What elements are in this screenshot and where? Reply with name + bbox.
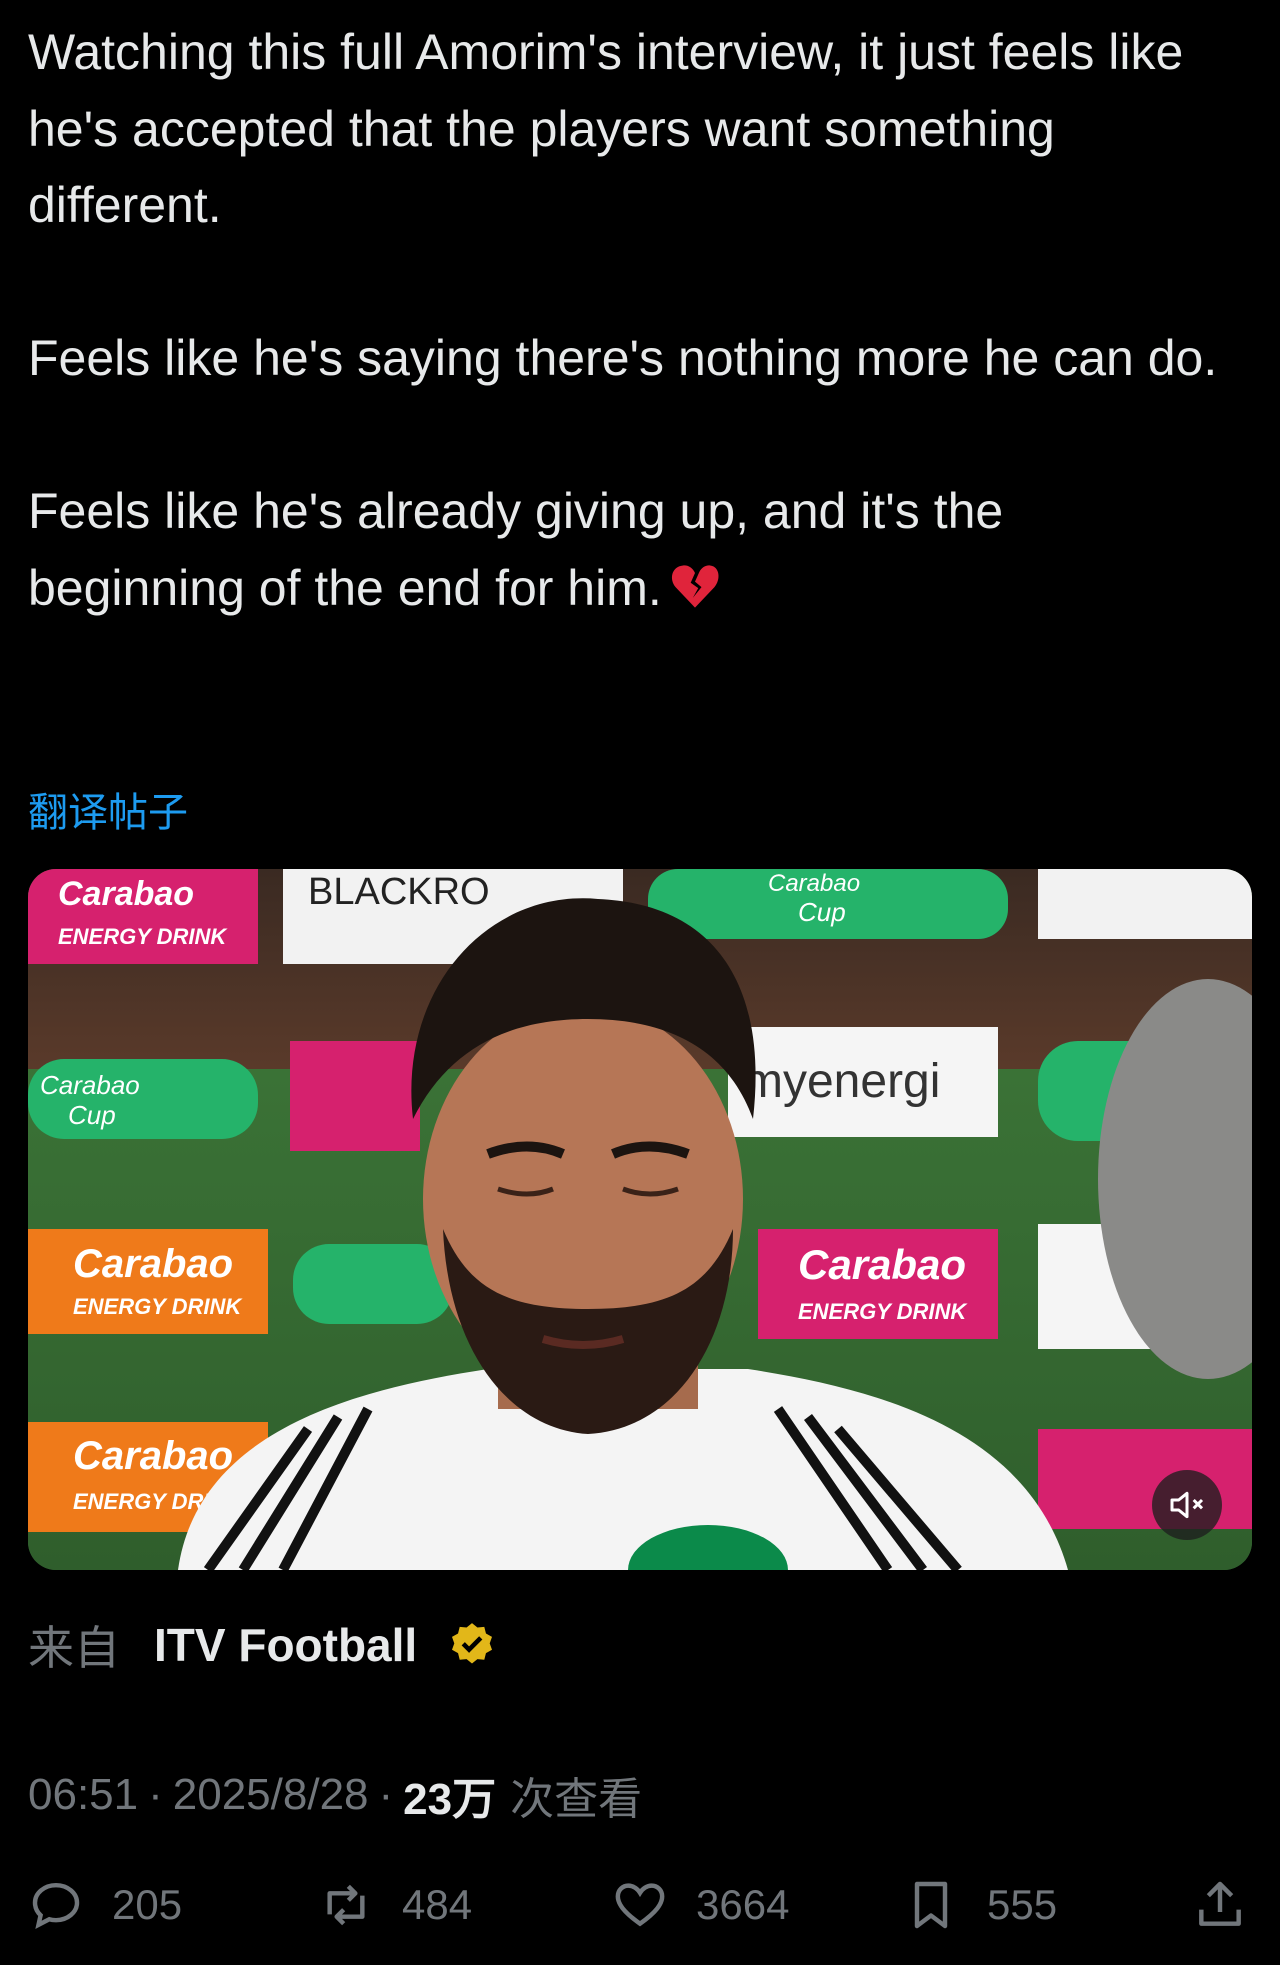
like-count: 3664 xyxy=(696,1881,790,1928)
action-bar: 205 484 3664 555 xyxy=(0,1870,1280,1940)
repost-button[interactable]: 484 xyxy=(318,1870,472,1940)
separator-dot: · xyxy=(148,1770,163,1819)
tweet-meta: 06:51 · 2025/8/28 · 23万 次查看 xyxy=(28,1765,642,1825)
broken-heart-icon xyxy=(671,564,719,608)
board-myenergi: myenergi xyxy=(743,1055,940,1108)
board-energy-r1: ENERGY DRINK xyxy=(798,1299,968,1324)
bookmark-count: 555 xyxy=(987,1881,1058,1928)
repost-icon xyxy=(327,1884,365,1926)
mute-toggle-button[interactable] xyxy=(1152,1470,1222,1540)
views-label: 次查看 xyxy=(510,1775,643,1824)
embedded-video[interactable]: Carabao ENERGY DRINK BLACKRO Carabao Cup… xyxy=(28,869,1252,1570)
tweet-text: Watching this full Amorim's interview, i… xyxy=(28,14,1228,626)
board-blackrock: BLACKRO xyxy=(308,871,490,913)
board-cup-top: Cup xyxy=(798,897,846,927)
reply-icon xyxy=(32,1882,80,1929)
speaker-muted-icon xyxy=(1170,1491,1204,1519)
views-count: 23万 xyxy=(403,1775,497,1824)
video-source-attribution: 来自 ITV Football xyxy=(28,1615,497,1675)
board-carabao-top: Carabao xyxy=(768,870,860,897)
video-frame: Carabao ENERGY DRINK BLACKRO Carabao Cup… xyxy=(28,869,1252,1570)
tweet-paragraph-2: Feels like he's saying there's nothing m… xyxy=(28,330,1218,386)
board-carabao-tl: Carabao xyxy=(58,875,194,913)
board-energy-l1: ENERGY DRINK xyxy=(73,1294,243,1319)
repost-count: 484 xyxy=(402,1881,473,1928)
reply-count: 205 xyxy=(112,1881,183,1928)
board-energy-tl: ENERGY DRINK xyxy=(58,924,228,949)
translate-post-link[interactable]: 翻译帖子 xyxy=(28,780,188,838)
like-button[interactable]: 3664 xyxy=(612,1870,789,1940)
bookmark-button[interactable]: 555 xyxy=(903,1870,1057,1940)
board-carabao-r1: Carabao xyxy=(798,1241,966,1288)
board-carabao-ml: Carabao xyxy=(40,1070,140,1100)
tweet-date[interactable]: 2025/8/28 xyxy=(173,1770,369,1820)
bookmark-icon xyxy=(914,1881,948,1929)
tweet-paragraph-3-text: Feels like he's already giving up, and i… xyxy=(28,483,1004,616)
share-button[interactable] xyxy=(1192,1870,1276,1940)
board-carabao-l2: Carabao xyxy=(73,1434,233,1478)
source-prefix: 来自 xyxy=(28,1622,120,1674)
source-account-name[interactable]: ITV Football xyxy=(154,1618,417,1672)
reply-button[interactable]: 205 xyxy=(28,1870,182,1940)
separator-dot: · xyxy=(378,1770,394,1819)
verified-badge-icon xyxy=(452,1623,493,1664)
tweet-paragraph-3: Feels like he's already giving up, and i… xyxy=(28,473,1228,626)
board-carabao-l1: Carabao xyxy=(73,1242,233,1286)
heart-icon xyxy=(615,1883,665,1927)
board-cup-ml: Cup xyxy=(68,1100,116,1130)
tweet-time[interactable]: 06:51 xyxy=(28,1770,138,1820)
tweet-paragraph-1: Watching this full Amorim's interview, i… xyxy=(28,24,1184,233)
share-icon xyxy=(1199,1881,1241,1926)
